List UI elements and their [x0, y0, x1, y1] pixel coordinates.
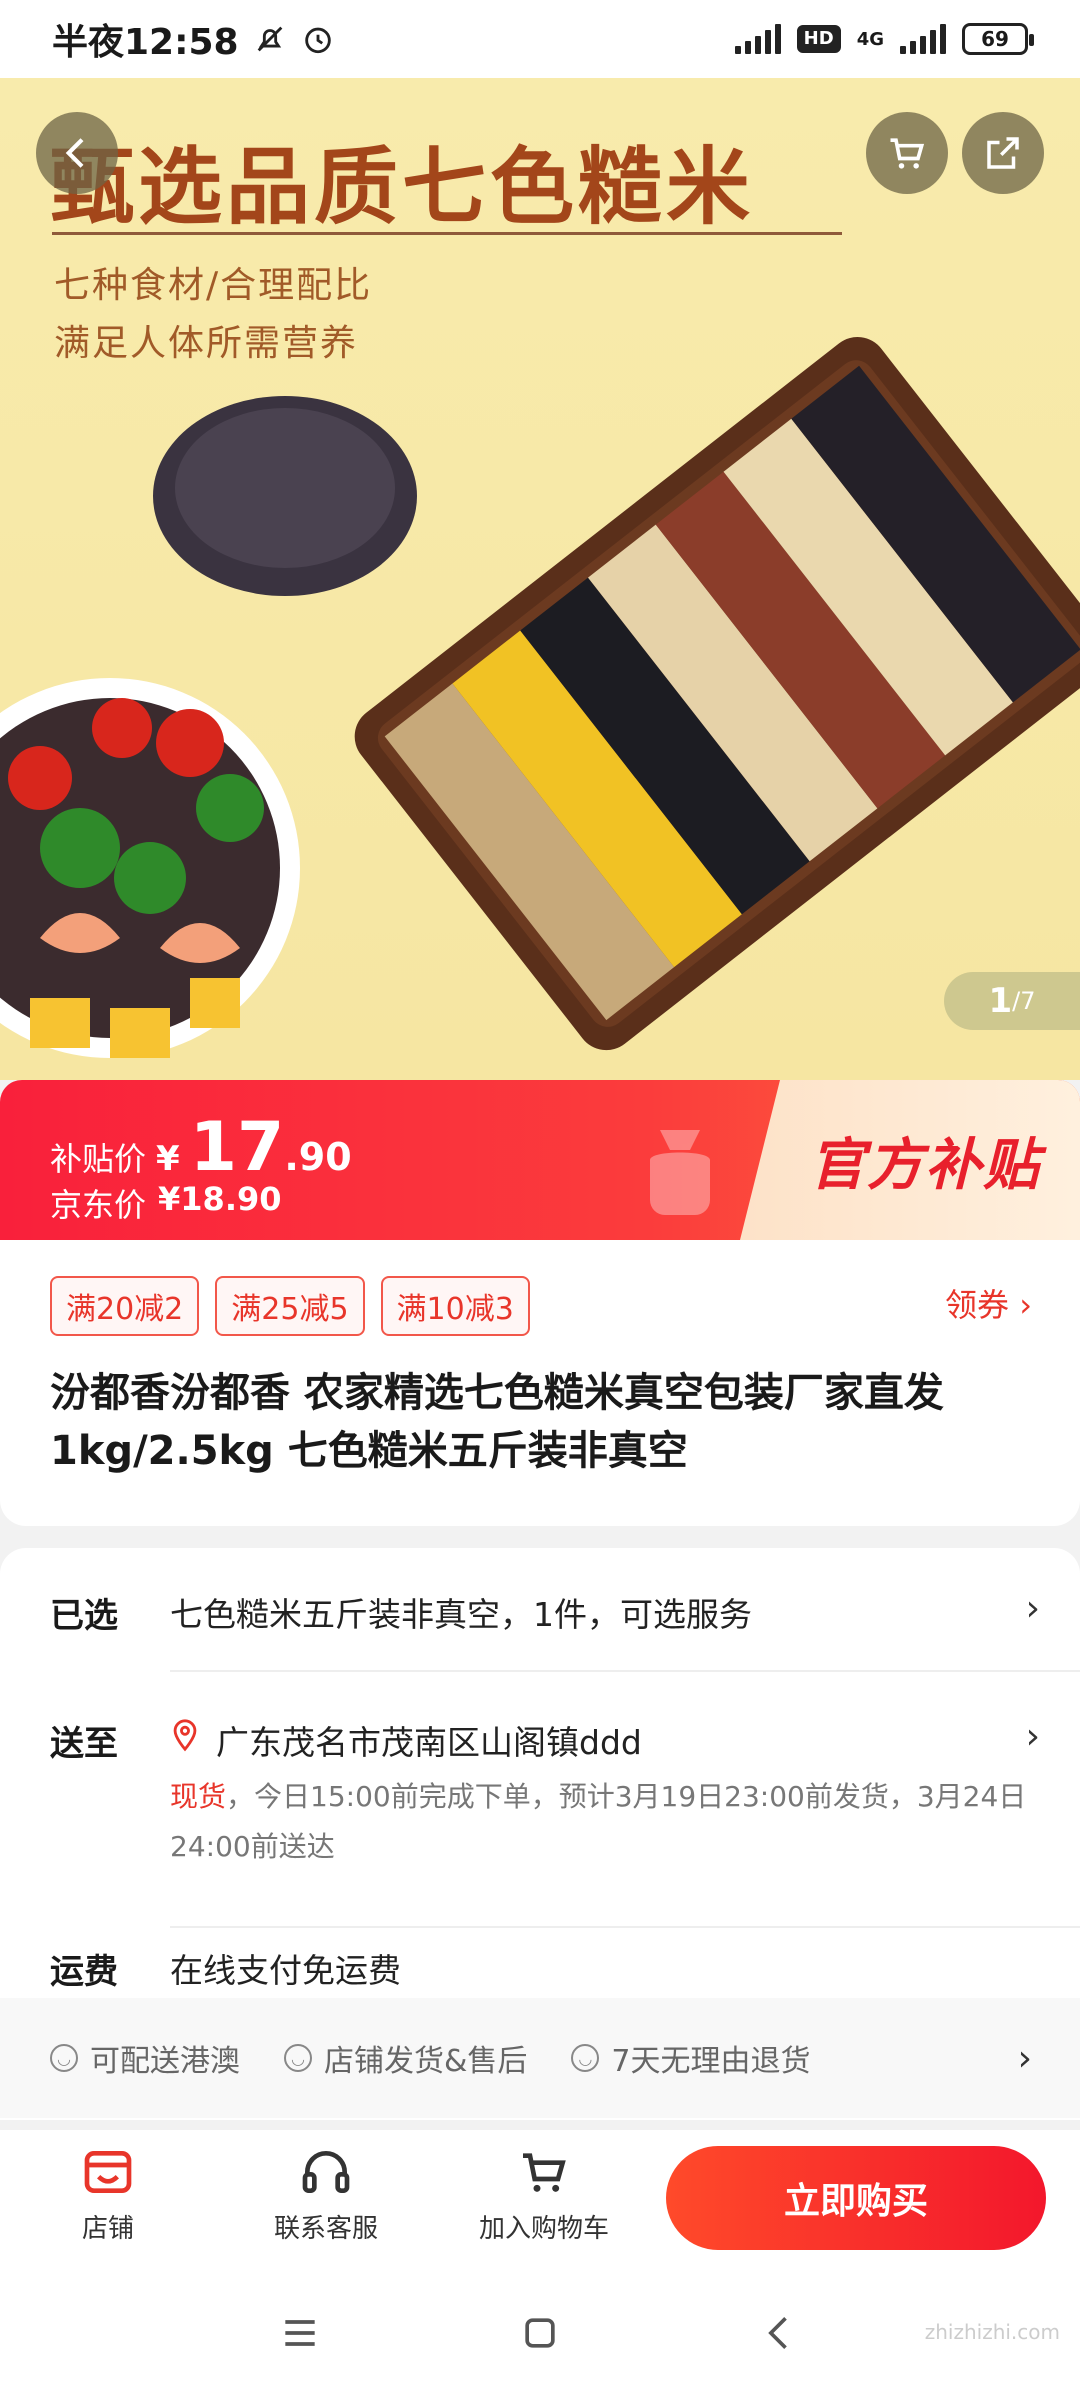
shipping-row: 运费 在线支付免运费	[50, 1944, 1040, 1994]
share-icon	[987, 137, 1019, 169]
product-title: 汾都香汾都香 农家精选七色糙米真空包装厂家直发1kg/2.5kg 七色糙米五斤装…	[50, 1370, 944, 1474]
system-nav-bar	[0, 2266, 1080, 2400]
selected-row[interactable]: 已选 七色糙米五斤装非真空，1件，可选服务 ›	[50, 1588, 1040, 1648]
jd-price: 京东价 ¥18.90	[50, 1180, 282, 1224]
delivery-row[interactable]: 送至 广东茂名市茂南区山阁镇ddd › 现货，今日15:00前完成下单，预计3月…	[50, 1716, 1040, 1863]
bottom-action-bar: 店铺 联系客服 加入购物车 立即购买	[0, 2130, 1080, 2266]
subsidy-price: 补贴价 ¥ 17.90	[50, 1108, 352, 1187]
alarm-icon	[304, 27, 331, 54]
status-bar: 半夜12:58 HD 4G 69	[0, 0, 1080, 78]
store-button[interactable]: 店铺	[38, 2144, 178, 2245]
mute-bell-icon	[257, 26, 282, 52]
menu-icon[interactable]	[278, 2311, 322, 2355]
image-page-indicator: 1 /7	[944, 972, 1080, 1030]
chevron-right-icon: ›	[1025, 1716, 1040, 1757]
delivery-label: 送至	[50, 1724, 118, 1764]
cart-button[interactable]	[866, 112, 948, 194]
battery-icon: 69	[962, 23, 1034, 55]
coupon-tag[interactable]: 满25减5	[215, 1276, 365, 1336]
coupon-tag[interactable]: 满20减2	[50, 1276, 200, 1336]
cart-icon	[890, 138, 925, 169]
chevron-right-icon: ›	[1017, 2037, 1032, 2079]
chevron-right-icon: ›	[1025, 1588, 1040, 1629]
service-guarantees[interactable]: ◡ 可配送港澳 ◡ 店铺发货&售后 ◡ 7天无理由退货 ›	[0, 1998, 1080, 2118]
signal-icon	[734, 24, 781, 54]
watermark: zhizhizhi.com	[924, 2320, 1060, 2344]
hd-badge: HD	[796, 25, 841, 53]
grain-illustration	[0, 337, 1080, 1058]
selected-label: 已选	[50, 1596, 118, 1636]
clock: 半夜12:58	[52, 22, 239, 63]
smile-icon: ◡	[284, 2044, 312, 2072]
selected-value: 七色糙米五斤装非真空，1件，可选服务	[170, 1595, 752, 1634]
delivery-address: 广东茂名市茂南区山阁镇ddd	[216, 1723, 642, 1762]
coupon-list: 满20减2 满25减5 满10减3	[50, 1276, 530, 1336]
location-pin-icon	[173, 1719, 197, 1752]
home-icon[interactable]	[518, 2311, 562, 2355]
shipping-label: 运费	[50, 1952, 118, 1992]
smile-icon: ◡	[50, 2044, 78, 2072]
smile-icon: ◡	[571, 2044, 600, 2072]
chevron-left-icon	[65, 138, 84, 168]
buy-now-button[interactable]: 立即购买	[666, 2146, 1046, 2250]
network-type: 4G	[856, 28, 884, 50]
store-icon	[84, 2151, 132, 2193]
shipping-value: 在线支付免运费	[170, 1951, 401, 1990]
add-to-cart-button[interactable]: 加入购物车	[474, 2144, 614, 2245]
get-coupon-link[interactable]: 领券 ›	[945, 1280, 1032, 1326]
service-item: ◡ 7天无理由退货	[571, 2036, 811, 2080]
delivery-estimate: 现货，今日15:00前完成下单，预计3月19日23:00前发货，3月24日24:…	[170, 1780, 1027, 1863]
headset-icon	[302, 2151, 350, 2193]
signal-icon-2	[900, 24, 946, 54]
official-subsidy-badge: 官方补贴	[740, 1080, 1080, 1240]
order-options-card: 已选 七色糙米五斤装非真空，1件，可选服务 › 送至 广东茂名市茂南区山阁镇dd…	[0, 1548, 1080, 2120]
cart-icon	[523, 2153, 566, 2192]
share-button[interactable]	[962, 112, 1044, 194]
divider	[170, 1926, 1080, 1928]
money-bag-icon	[650, 1130, 710, 1215]
back-icon[interactable]	[758, 2311, 802, 2355]
service-item: ◡ 店铺发货&售后	[284, 2036, 527, 2080]
customer-service-button[interactable]: 联系客服	[256, 2144, 396, 2245]
service-item: ◡ 可配送港澳	[50, 2036, 240, 2080]
back-button[interactable]	[36, 112, 118, 194]
price-banner: 补贴价 ¥ 17.90 京东价 ¥18.90 官方补贴	[0, 1080, 1080, 1240]
product-image-carousel[interactable]: 甄选品质七色糙米 七种食材/合理配比 满足人体所需营养 1 /7	[0, 78, 1080, 1080]
divider	[170, 1670, 1080, 1672]
coupon-tag[interactable]: 满10减3	[380, 1276, 530, 1336]
product-info-card: 满20减2 满25减5 满10减3 领券 › 汾都香汾都香 农家精选七色糙米真空…	[0, 1240, 1080, 1526]
